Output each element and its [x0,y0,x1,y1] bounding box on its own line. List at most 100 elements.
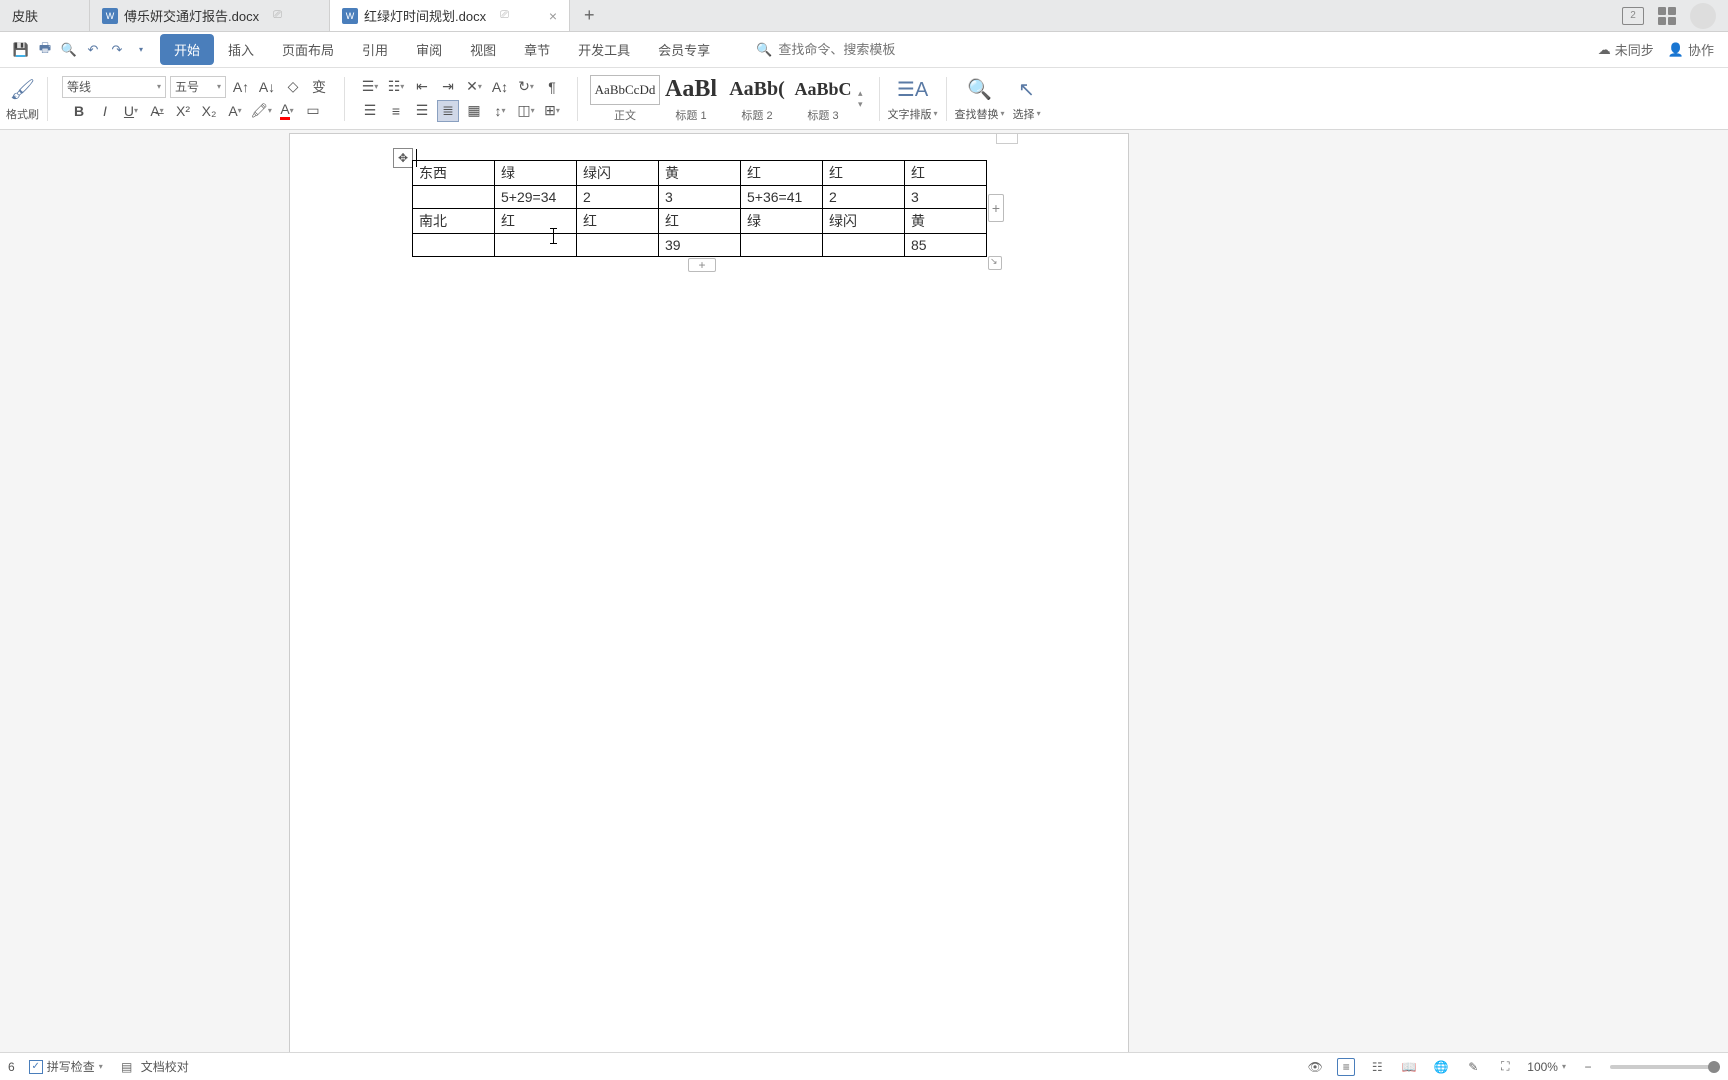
search-input[interactable] [778,42,918,57]
format-painter[interactable]: 🖌 格式刷 [6,76,39,122]
table-row: 东西 绿 绿闪 黄 红 红 红 [413,161,987,186]
underline-icon[interactable]: U▾ [120,100,142,122]
ruler-icon[interactable]: ✎ [1463,1057,1483,1077]
style-heading1[interactable]: AaBl 标题 1 [658,75,724,123]
undo-icon[interactable]: ↶ [84,41,102,59]
menu-bar: 💾 🖶 🔍 ↶ ↷ ▾ 开始 插入 页面布局 引用 审阅 视图 章节 开发工具 … [0,32,1728,68]
search-box[interactable]: 🔍 [746,38,928,62]
reading-view-icon[interactable]: 📖 [1399,1057,1419,1077]
style-heading3[interactable]: AaBbC 标题 3 [790,75,856,123]
menu-start[interactable]: 开始 [160,34,214,65]
tab-doc-1[interactable]: W 傅乐妍交通灯报告.docx ⎚ [90,0,330,31]
show-marks-icon[interactable]: ¶ [541,76,563,98]
menu-devtools[interactable]: 开发工具 [564,34,644,65]
subscript-icon[interactable]: X₂ [198,100,220,122]
line-spacing-icon[interactable]: ↕▾ [489,100,511,122]
collab-button[interactable]: 👤 协作 [1668,40,1714,59]
style-normal[interactable]: AaBbCcDd 正文 [592,75,658,123]
document-area: ✥ 东西 绿 绿闪 黄 红 红 红 5+29=34 2 3 5+36=41 2 … [0,130,1728,1052]
align-right-icon[interactable]: ☰ [411,100,433,122]
tab-doc-2[interactable]: W 红绿灯时间规划.docx ⎚ × [330,0,570,31]
document-table[interactable]: 东西 绿 绿闪 黄 红 红 红 5+29=34 2 3 5+36=41 2 3 … [412,160,987,257]
menu-insert[interactable]: 插入 [214,34,268,65]
phonetic-icon[interactable]: 变 [308,76,330,98]
char-border-icon[interactable]: ▭ [302,100,324,122]
menu-vip[interactable]: 会员专享 [644,34,724,65]
ruler-tab [996,134,1018,144]
zoom-slider[interactable] [1610,1065,1720,1069]
number-list-icon[interactable]: ☷▾ [385,76,407,98]
page-number[interactable]: 6 [8,1060,15,1074]
preview-icon[interactable]: 🔍 [60,41,78,59]
styles-gallery[interactable]: AaBbCcDd 正文 AaBl 标题 1 AaBb( 标题 2 AaBbC 标… [586,75,871,123]
menu-layout[interactable]: 页面布局 [268,34,348,65]
cloud-icon: ☁ [1598,42,1611,58]
font-name-select[interactable]: 等线▾ [62,76,166,98]
table-move-handle[interactable]: ✥ [393,148,413,168]
apps-grid-icon[interactable] [1658,7,1676,25]
menu-tabs: 开始 插入 页面布局 引用 审阅 视图 章节 开发工具 会员专享 [160,34,724,65]
fit-icon: ⛶ [1495,1057,1515,1077]
zoom-level[interactable]: 100%▾ [1527,1060,1566,1074]
paintbrush-icon: 🖌 [9,76,37,104]
font-size-select[interactable]: 五号▾ [170,76,226,98]
spellcheck-toggle[interactable]: ✓ 拼写检查▾ [29,1058,103,1075]
table-add-row-button[interactable]: + [688,258,716,272]
style-heading2[interactable]: AaBb( 标题 2 [724,75,790,123]
print-layout-icon[interactable]: ≡ [1337,1058,1355,1076]
text-typeset[interactable]: ☰A 文字排版▾ [888,76,938,122]
table-resize-handle[interactable] [988,256,1002,270]
find-replace[interactable]: 🔍 查找替换▾ [955,76,1005,122]
sort-icon[interactable]: ✕▾ [463,76,485,98]
print-icon[interactable]: 🖶 [36,41,54,59]
shading-icon[interactable]: ◫▾ [515,100,537,122]
qat-dropdown-icon[interactable]: ▾ [132,41,150,59]
zoom-out-icon[interactable]: − [1578,1057,1598,1077]
tab-skin[interactable]: 皮肤 [0,0,90,31]
text-rotation-icon[interactable]: ↻▾ [515,76,537,98]
bold-icon[interactable]: B [68,100,90,122]
doc-compare[interactable]: ▤ 文档校对 [117,1057,189,1077]
page[interactable]: ✥ 东西 绿 绿闪 黄 红 红 红 5+29=34 2 3 5+36=41 2 … [290,134,1128,1052]
new-tab-button[interactable]: + [570,0,609,31]
tab-bar: 皮肤 W 傅乐妍交通灯报告.docx ⎚ W 红绿灯时间规划.docx ⎚ × … [0,0,1728,32]
menu-section[interactable]: 章节 [510,34,564,65]
web-view-icon[interactable]: 🌐 [1431,1057,1451,1077]
clear-format-icon[interactable]: ◇ [282,76,304,98]
menu-view[interactable]: 视图 [456,34,510,65]
decrease-font-icon[interactable]: A↓ [256,76,278,98]
select-tool[interactable]: ↖ 选择▾ [1013,76,1041,122]
highlight-icon[interactable]: 🖍▾ [250,100,272,122]
menu-review[interactable]: 审阅 [402,34,456,65]
close-icon[interactable]: × [549,8,557,24]
save-icon[interactable]: 💾 [12,41,30,59]
distribute-icon[interactable]: ▦ [463,100,485,122]
strikethrough-icon[interactable]: A̶▾ [146,100,168,122]
align-left-icon[interactable]: ☰ [359,100,381,122]
bullet-list-icon[interactable]: ☰▾ [359,76,381,98]
decrease-indent-icon[interactable]: ⇤ [411,76,433,98]
table-add-column-button[interactable]: + [988,194,1004,222]
italic-icon[interactable]: I [94,100,116,122]
tab-1-title: 傅乐妍交通灯报告.docx [124,6,259,25]
eye-icon[interactable]: 👁 [1305,1057,1325,1077]
sync-status[interactable]: ☁ 未同步 [1598,40,1654,59]
font-color-icon[interactable]: A▾ [276,100,298,122]
text-effects-icon[interactable]: A▾ [224,100,246,122]
zoom-fit[interactable]: ⛶ [1495,1057,1515,1077]
increase-indent-icon[interactable]: ⇥ [437,76,459,98]
text-direction-icon[interactable]: A↕ [489,76,511,98]
borders-icon[interactable]: ⊞▾ [541,100,563,122]
increase-font-icon[interactable]: A↑ [230,76,252,98]
tab-2-title: 红绿灯时间规划.docx [364,6,486,25]
superscript-icon[interactable]: X² [172,100,194,122]
redo-icon[interactable]: ↷ [108,41,126,59]
styles-more-icon[interactable]: ▴▾ [856,88,865,110]
avatar[interactable] [1690,3,1716,29]
word-icon: W [342,8,358,24]
align-center-icon[interactable]: ≡ [385,100,407,122]
outline-view-icon[interactable]: ☷ [1367,1057,1387,1077]
menu-reference[interactable]: 引用 [348,34,402,65]
align-justify-icon[interactable]: ≣ [437,100,459,122]
window-count-badge[interactable]: 2 [1622,7,1644,25]
